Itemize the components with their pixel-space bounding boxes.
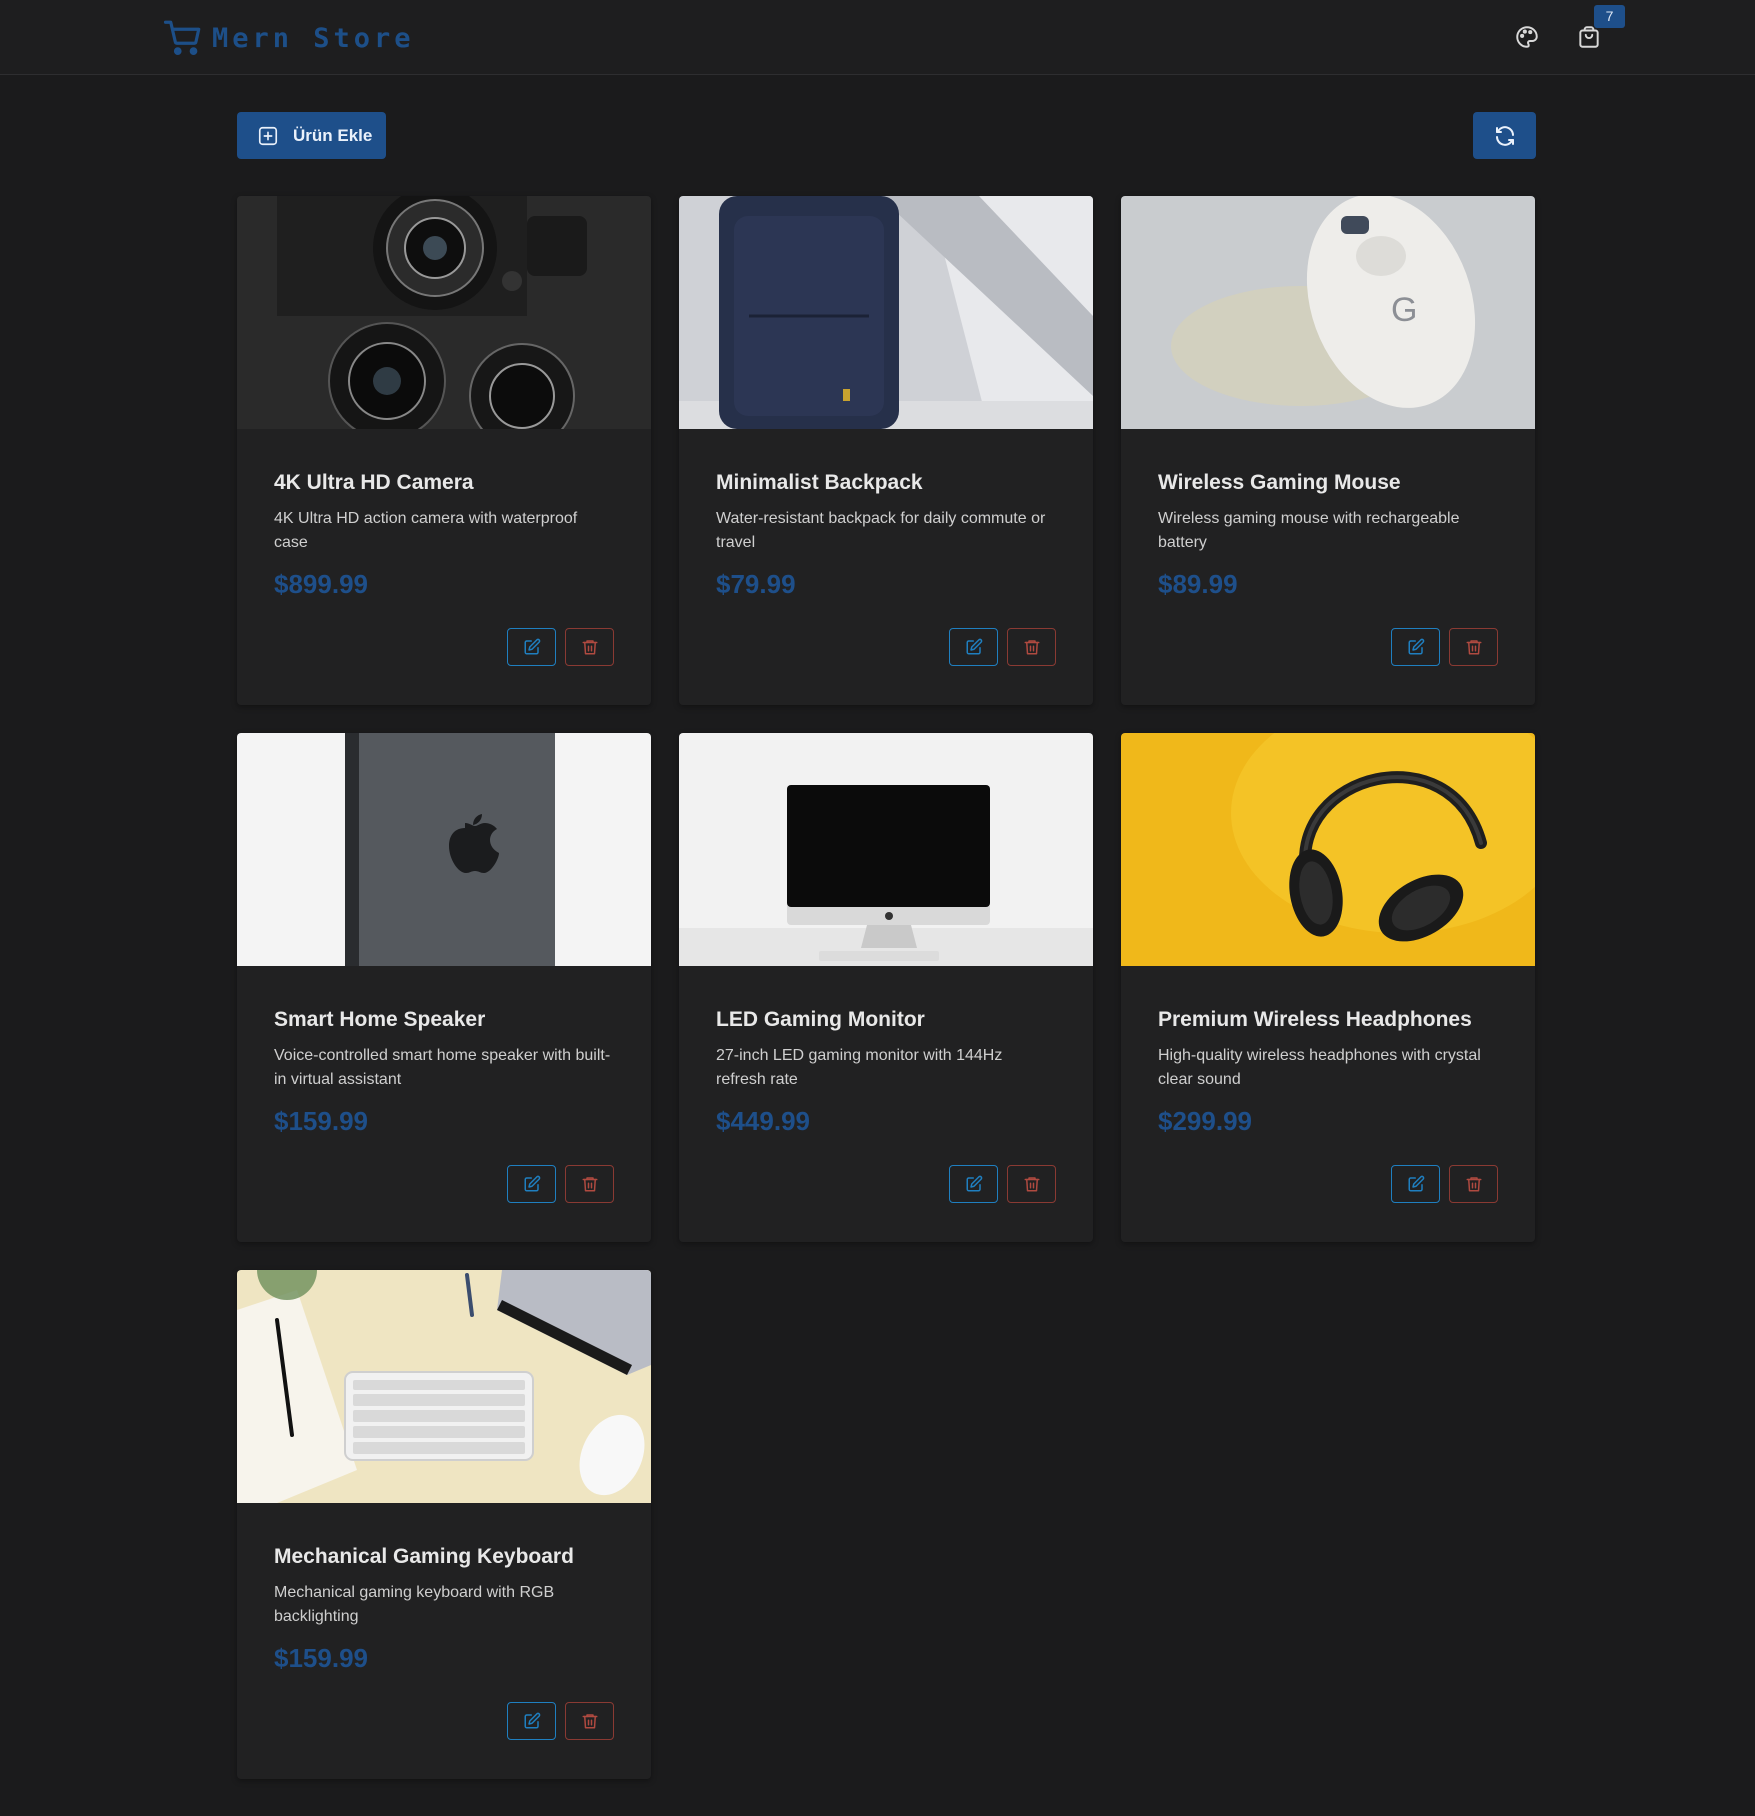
edit-button[interactable] [1391, 1165, 1440, 1203]
trash-icon [582, 640, 597, 655]
brand-name: Mern Store [212, 22, 415, 54]
trash-icon [1466, 640, 1481, 655]
product-card: Smart Home Speaker Voice-controlled smar… [237, 733, 651, 1242]
product-card: Premium Wireless Headphones High-quality… [1121, 733, 1535, 1242]
plus-square-icon [258, 126, 278, 145]
product-price: $299.99 [1158, 1106, 1252, 1136]
delete-button[interactable] [1007, 1165, 1056, 1203]
edit-button[interactable] [507, 628, 556, 666]
trash-icon [1024, 1177, 1039, 1192]
trash-icon [582, 1177, 597, 1192]
product-description: 4K Ultra HD action camera with waterproo… [274, 510, 578, 551]
product-price: $79.99 [716, 569, 796, 599]
headphones-photo [1121, 733, 1535, 966]
edit-icon [524, 638, 540, 655]
product-title: LED Gaming Monitor [716, 1008, 925, 1031]
add-product-label: Ürün Ekle [293, 125, 373, 145]
delete-button[interactable] [565, 1702, 614, 1740]
edit-button[interactable] [1391, 628, 1440, 666]
palette-icon [1516, 26, 1538, 48]
trash-icon [1466, 1177, 1481, 1192]
product-description: Mechanical gaming keyboard with RGB back… [274, 1584, 555, 1625]
svg-text:G: G [1391, 291, 1417, 329]
delete-button[interactable] [1449, 1165, 1498, 1203]
edit-button[interactable] [949, 1165, 998, 1203]
edit-button[interactable] [507, 1165, 556, 1203]
brand-link[interactable]: Mern Store [162, 16, 415, 60]
product-price: $899.99 [274, 569, 368, 599]
product-card: Minimalist Backpack Water-resistant back… [679, 196, 1093, 705]
grey-device-photo [237, 733, 651, 966]
product-card: LED Gaming Monitor 27-inch LED gaming mo… [679, 733, 1093, 1242]
product-price: $159.99 [274, 1643, 368, 1673]
monitor-photo [679, 733, 1093, 966]
edit-icon [524, 1175, 540, 1192]
edit-icon [1408, 638, 1424, 655]
product-description: Wireless gaming mouse with rechargeable … [1158, 510, 1460, 551]
product-title: Minimalist Backpack [716, 471, 923, 494]
product-card: Mechanical Gaming Keyboard Mechanical ga… [237, 1270, 651, 1779]
edit-icon [1408, 1175, 1424, 1192]
product-title: Smart Home Speaker [274, 1008, 486, 1031]
white-mouse-photo: G [1121, 196, 1535, 429]
product-description: 27-inch LED gaming monitor with 144Hz re… [716, 1047, 1003, 1088]
keyboard-desk-photo [237, 1270, 651, 1503]
edit-button[interactable] [949, 628, 998, 666]
edit-icon [966, 638, 982, 655]
edit-icon [966, 1175, 982, 1192]
product-description: Water-resistant backpack for daily commu… [716, 510, 1046, 551]
delete-button[interactable] [565, 628, 614, 666]
product-price: $159.99 [274, 1106, 368, 1136]
add-product-button[interactable]: Ürün Ekle [237, 112, 386, 159]
trash-icon [1024, 640, 1039, 655]
edit-icon [524, 1712, 540, 1729]
refresh-button[interactable] [1473, 112, 1536, 159]
product-price: $89.99 [1158, 569, 1238, 599]
product-description: Voice-controlled smart home speaker with… [274, 1047, 611, 1088]
navbar: Mern Store 7 [0, 0, 1755, 75]
product-description: High-quality wireless headphones with cr… [1158, 1047, 1481, 1088]
product-title: Premium Wireless Headphones [1158, 1008, 1472, 1031]
delete-button[interactable] [565, 1165, 614, 1203]
product-price: $449.99 [716, 1106, 810, 1136]
product-title: Mechanical Gaming Keyboard [274, 1545, 574, 1568]
product-title: Wireless Gaming Mouse [1158, 471, 1401, 494]
product-card: G Wireless Gaming Mouse Wireless gaming … [1121, 196, 1535, 705]
product-title: 4K Ultra HD Camera [274, 471, 474, 494]
delete-button[interactable] [1449, 628, 1498, 666]
theme-toggle-button[interactable] [1510, 20, 1544, 54]
refresh-icon [1495, 125, 1514, 146]
navy-backpack-photo [679, 196, 1093, 429]
delete-button[interactable] [1007, 628, 1056, 666]
cart-count-badge: 7 [1594, 5, 1625, 28]
product-card: 4K Ultra HD Camera 4K Ultra HD action ca… [237, 196, 651, 705]
product-grid: 4K Ultra HD Camera 4K Ultra HD action ca… [237, 196, 1536, 1779]
edit-button[interactable] [507, 1702, 556, 1740]
trash-icon [582, 1714, 597, 1729]
cart-icon [163, 20, 201, 55]
camera-lenses-photo [237, 196, 651, 429]
